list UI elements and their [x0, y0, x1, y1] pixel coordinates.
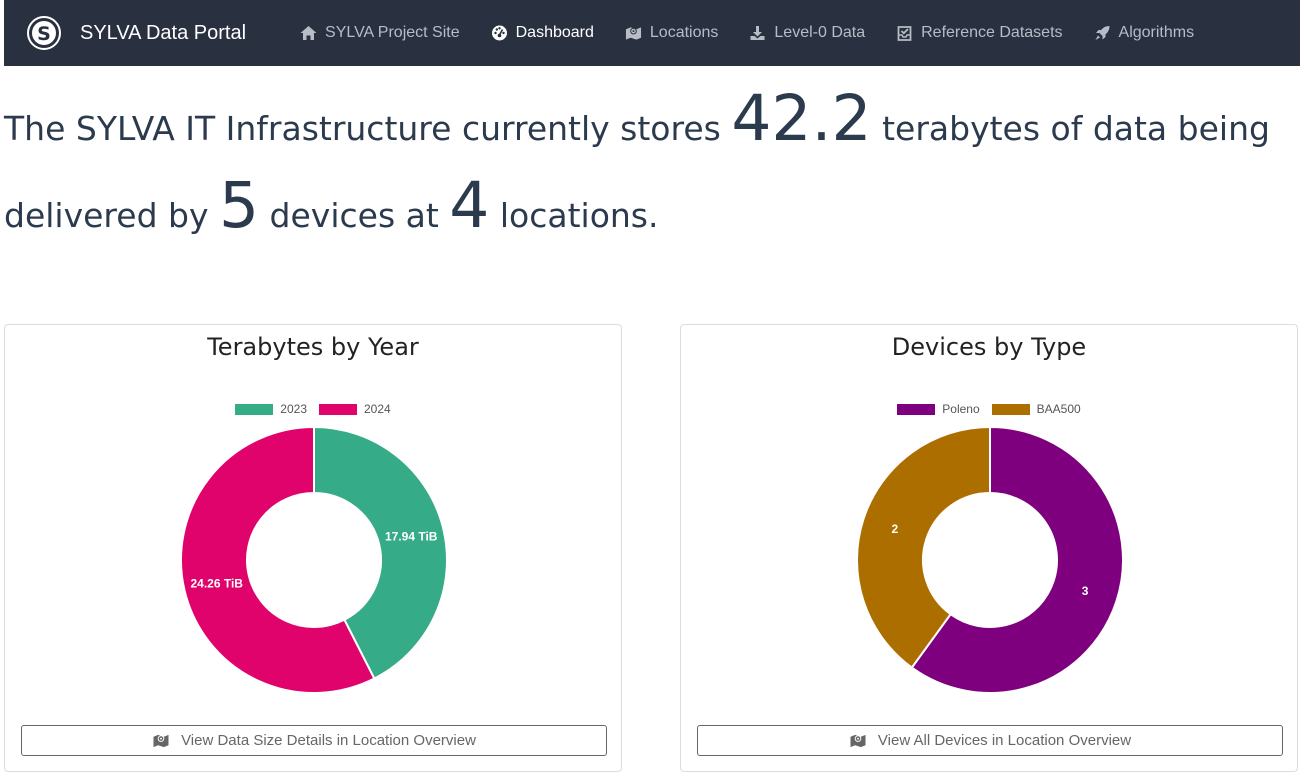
button-label: View Data Size Details in Location Overv… [181, 732, 476, 749]
legend-swatch [897, 403, 936, 415]
nav-item-dashboard[interactable]: Dashboard [491, 24, 594, 42]
button-label: View All Devices in Location Overview [877, 732, 1132, 749]
map-icon [153, 734, 169, 748]
terabytes-by-year-card: Terabytes by Year 2023 2024 17.94 TiB 24.… [4, 324, 622, 772]
nav-item-project-site[interactable]: SYLVA Project Site [300, 24, 460, 42]
nav-item-label: SYLVA Project Site [325, 24, 460, 41]
dashboard-icon [491, 25, 507, 41]
nav-item-label: Level-0 Data [774, 24, 866, 41]
nav-item-label: Reference Datasets [921, 24, 1063, 41]
legend-swatch [235, 403, 274, 415]
top-navbar: S SYLVA Data Portal SYLVA Project Site D… [4, 0, 1300, 66]
data-label: 17.94 TiB [385, 530, 438, 544]
legend-label: 2023 [280, 402, 307, 416]
location-count: 4 [449, 169, 490, 242]
legend-item-poleno[interactable]: Poleno [897, 402, 980, 416]
nav-item-locations[interactable]: Locations [625, 24, 719, 42]
home-icon [300, 26, 317, 40]
brand-name: SYLVA Data Portal [80, 21, 247, 44]
terabytes-donut-chart: 17.94 TiB 24.26 TiB [180, 425, 448, 694]
device-count: 5 [218, 169, 260, 242]
inbox-check-icon [897, 26, 912, 41]
nav-item-label: Locations [649, 24, 719, 41]
map-icon [625, 27, 641, 40]
download-icon [750, 26, 765, 40]
map-icon [850, 734, 866, 748]
nav-item-reference-datasets[interactable]: Reference Datasets [896, 24, 1063, 42]
chart-legend: Poleno BAA500 [681, 402, 1297, 416]
data-label: 3 [1082, 584, 1089, 598]
devices-donut-chart: 32 [856, 425, 1124, 694]
headline-text: locations. [489, 196, 659, 235]
storage-summary-headline: The SYLVA IT Infrastructure currently st… [4, 80, 1294, 254]
chart-legend: 2023 2024 [5, 402, 621, 416]
nav-item-label: Dashboard [515, 24, 594, 41]
legend-label: Poleno [942, 402, 980, 416]
legend-item-baa500[interactable]: BAA500 [991, 402, 1081, 416]
legend-label: 2024 [364, 402, 391, 416]
headline-text: devices at [259, 196, 450, 235]
legend-swatch [319, 403, 357, 415]
rocket-icon [1095, 26, 1110, 40]
legend-item-2024[interactable]: 2024 [319, 402, 391, 416]
legend-label: BAA500 [1036, 402, 1081, 416]
brand-link[interactable]: S SYLVA Data Portal [26, 15, 246, 51]
devices-by-type-card: Devices by Type Poleno BAA500 32 View Al… [680, 324, 1298, 772]
nav-item-level-0-data[interactable]: Level-0 Data [749, 24, 865, 42]
view-data-size-details-button[interactable]: View Data Size Details in Location Overv… [21, 725, 607, 756]
card-title: Terabytes by Year [207, 333, 419, 361]
data-label: 2 [892, 522, 899, 536]
nav-item-algorithms[interactable]: Algorithms [1094, 24, 1195, 42]
data-label: 24.26 TiB [191, 576, 244, 590]
legend-swatch [991, 403, 1030, 415]
view-all-devices-button[interactable]: View All Devices in Location Overview [697, 725, 1283, 756]
headline-text: The SYLVA IT Infrastructure currently st… [4, 109, 732, 148]
nav-item-label: Algorithms [1118, 24, 1195, 41]
main-nav: SYLVA Project Site Dashboard Locations L… [300, 24, 1225, 42]
terabytes-total: 42.2 [731, 82, 872, 155]
sylva-logo-icon: S [27, 16, 61, 50]
svg-text:S: S [37, 23, 51, 45]
legend-item-2023[interactable]: 2023 [235, 402, 307, 416]
card-title: Devices by Type [891, 333, 1087, 361]
